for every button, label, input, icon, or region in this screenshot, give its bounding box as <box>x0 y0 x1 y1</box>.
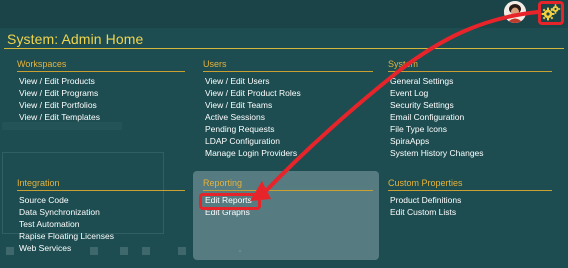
annotation-arrow <box>250 10 540 201</box>
